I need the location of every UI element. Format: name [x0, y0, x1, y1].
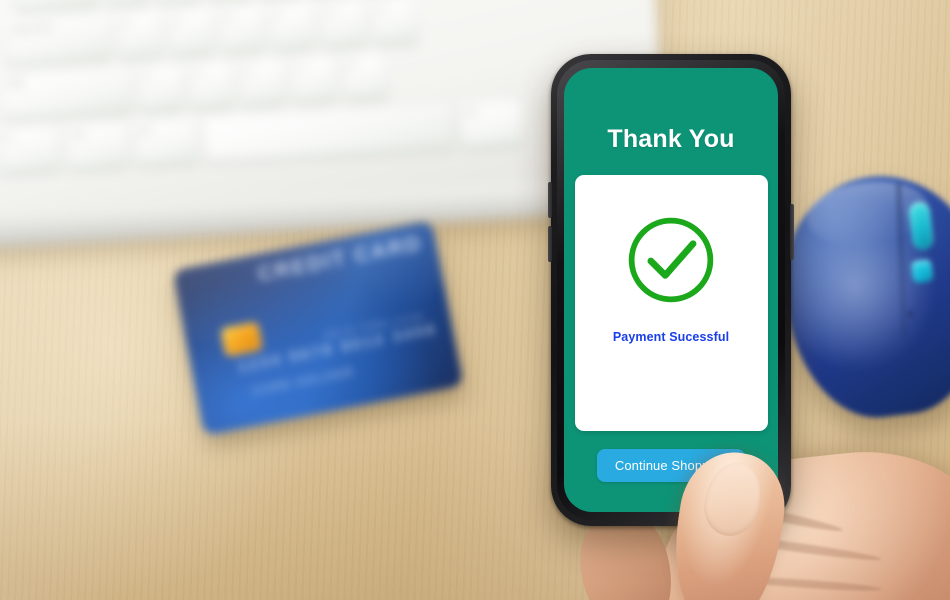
keyboard-key-label: B	[347, 59, 355, 71]
credit-card-holder: CARD HOLDER	[251, 365, 356, 398]
keyboard-key[interactable]: V	[290, 56, 337, 103]
success-card: Payment Sucessful	[574, 175, 768, 431]
payment-confirmation-screen: Thank You Payment Sucessful Continue Sho…	[564, 68, 778, 512]
keyboard-key[interactable]: shift	[0, 67, 134, 120]
power-button[interactable]	[790, 204, 794, 260]
keyboard-key[interactable]: W	[154, 0, 202, 3]
keyboard-key-label: shift	[5, 77, 25, 90]
keyboard-key[interactable]	[202, 104, 455, 162]
keyboard-key-label: ctrl	[71, 128, 86, 141]
keyboard-key[interactable]: caps lock	[3, 15, 113, 65]
volume-up-button[interactable]	[548, 182, 552, 218]
keyboard-key-label: V	[296, 62, 305, 74]
keyboard-key-label: G	[326, 6, 336, 18]
keyboard-key-label: caps lock	[10, 22, 53, 36]
keyboard-key-label: S	[173, 15, 182, 27]
keyboard-key-label: A	[122, 17, 131, 30]
keyboard-key[interactable]: S	[167, 9, 215, 56]
thumbnail	[697, 456, 769, 542]
volume-down-button[interactable]	[548, 226, 552, 262]
keyboard-key-label: F	[275, 9, 283, 21]
keyboard-key[interactable]: G	[320, 0, 367, 48]
keyboard-key[interactable]: A	[116, 12, 164, 59]
smartphone: Thank You Payment Sucessful Continue Sho…	[548, 54, 794, 526]
keyboard-key[interactable]: alt	[133, 118, 199, 166]
keyboard-key-label: D	[224, 12, 233, 24]
keyboard-key[interactable]: H	[371, 0, 418, 45]
mouse-led-dot	[907, 311, 913, 317]
keyboard-key[interactable]: fn	[0, 126, 61, 174]
mouse-side-button	[911, 258, 934, 284]
keyboard-key[interactable]: F	[269, 3, 316, 51]
keyboard-key-label: Z	[143, 70, 151, 83]
mouse-scroll-wheel	[908, 200, 935, 252]
keyboard-key-label: H	[377, 3, 386, 16]
keyboard-key-label: alt	[465, 106, 477, 119]
credit-card-chip-icon	[220, 321, 264, 358]
keyboard-key[interactable]: ctrl	[64, 122, 130, 170]
keyboard-key[interactable]: B	[341, 53, 388, 101]
keyboard-row: shift Z X C V B	[0, 53, 388, 120]
keyboard-key-label: alt	[139, 124, 152, 137]
keyboard-key[interactable]: alt	[459, 100, 524, 148]
keyboard-key[interactable]: esc	[12, 0, 100, 11]
status-badge: Payment Sucessful	[612, 330, 730, 344]
keyboard-key[interactable]: X	[188, 62, 236, 109]
keyboard-key-label: X	[194, 68, 203, 80]
scene-root: escQWERTYUcaps lockASDFGHshiftZXCVBfnctr…	[0, 0, 950, 600]
keyboard-key-label: fn	[2, 132, 12, 145]
keyboard-key[interactable]: D	[218, 6, 266, 53]
keyboard-key[interactable]: C	[239, 59, 286, 106]
page-title: Thank You	[607, 125, 735, 153]
check-circle-icon	[623, 212, 719, 308]
keyboard-key[interactable]: Q	[103, 0, 151, 6]
keyboard-key[interactable]: Z	[137, 65, 185, 112]
computer-mouse	[772, 164, 950, 428]
mouse-body	[772, 164, 950, 428]
keyboard-key-label: C	[245, 65, 254, 77]
phone-screen[interactable]: Thank You Payment Sucessful Continue Sho…	[564, 68, 778, 512]
